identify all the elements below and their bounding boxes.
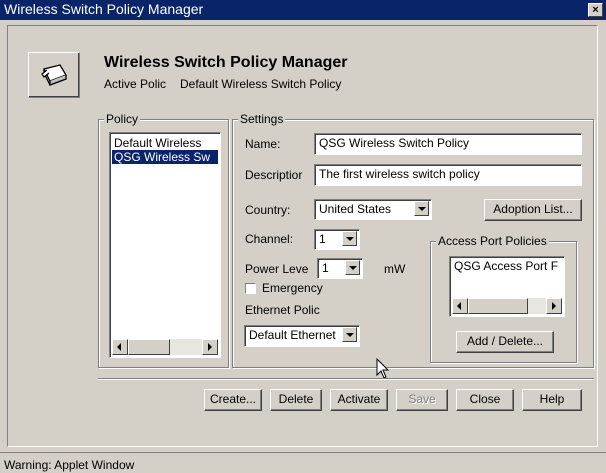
close-button[interactable]: Close	[456, 389, 514, 411]
scroll-thumb[interactable]	[468, 298, 528, 314]
power-level-value: 1	[322, 261, 329, 275]
add-delete-button[interactable]: Add / Delete...	[456, 331, 554, 353]
name-field[interactable]: QSG Wireless Switch Policy	[314, 133, 582, 155]
emergency-checkbox[interactable]	[245, 283, 256, 294]
close-window-button[interactable]: ×	[588, 3, 603, 17]
chevron-down-icon[interactable]	[345, 260, 360, 275]
scroll-left-icon[interactable]	[112, 339, 128, 355]
activate-button[interactable]: Activate	[330, 389, 388, 411]
list-item-selected[interactable]: QSG Wireless Sw	[112, 150, 218, 164]
channel-value: 1	[319, 232, 326, 246]
list-item[interactable]: QSG Access Port F	[452, 259, 562, 273]
description-value: The first wireless switch policy	[319, 167, 480, 181]
settings-group-label: Settings	[238, 112, 286, 126]
policy-list[interactable]: Default Wireless QSG Wireless Sw	[109, 132, 221, 358]
switch-device-icon	[41, 64, 67, 86]
access-port-list[interactable]: QSG Access Port F	[449, 256, 565, 317]
page-title: Wireless Switch Policy Manager	[104, 54, 348, 71]
status-text: Warning: Applet Window	[4, 458, 135, 472]
scroll-right-icon[interactable]	[546, 298, 562, 314]
policy-horizontal-scrollbar[interactable]	[112, 339, 218, 355]
access-port-policies-label: Access Port Policies	[436, 234, 549, 248]
ethernet-policy-label: Ethernet Polic	[245, 303, 320, 317]
scroll-right-icon[interactable]	[202, 339, 218, 355]
country-label: Country:	[245, 203, 291, 217]
create-button[interactable]: Create...	[204, 389, 262, 411]
channel-select[interactable]: 1	[314, 229, 360, 250]
policy-group-label: Policy	[104, 112, 141, 126]
title-bar[interactable]: Wireless Switch Policy Manager ×	[0, 0, 606, 20]
description-label: Descriptior	[245, 168, 303, 182]
header-icon-frame	[28, 52, 80, 98]
scroll-thumb[interactable]	[128, 339, 170, 355]
power-level-label: Power Leve	[245, 262, 309, 276]
emergency-label: Emergency	[262, 281, 323, 295]
chevron-down-icon[interactable]	[342, 327, 357, 342]
description-field[interactable]: The first wireless switch policy	[314, 164, 582, 186]
active-policy-label: Active Polic	[104, 77, 167, 91]
ethernet-policy-select[interactable]: Default Ethernet	[244, 325, 360, 347]
save-button[interactable]: Save	[396, 389, 448, 411]
status-bar: Warning: Applet Window	[0, 452, 606, 473]
power-unit-label: mW	[384, 262, 406, 276]
power-level-select[interactable]: 1	[317, 258, 363, 279]
access-port-horizontal-scrollbar[interactable]	[452, 298, 562, 314]
chevron-down-icon[interactable]	[342, 231, 357, 246]
window-title: Wireless Switch Policy Manager	[4, 1, 204, 17]
list-item[interactable]: Default Wireless	[112, 136, 218, 150]
country-select[interactable]: United States	[314, 199, 432, 220]
scroll-left-icon[interactable]	[452, 298, 468, 314]
chevron-down-icon[interactable]	[414, 201, 429, 216]
country-value: United States	[319, 202, 392, 216]
channel-label: Channel:	[245, 232, 294, 246]
adoption-list-button[interactable]: Adoption List...	[484, 199, 582, 221]
name-value: QSG Wireless Switch Policy	[319, 136, 470, 150]
ethernet-policy-value: Default Ethernet	[249, 328, 336, 342]
button-separator	[98, 378, 594, 380]
help-button[interactable]: Help	[522, 389, 582, 411]
delete-button[interactable]: Delete	[270, 389, 322, 411]
mouse-cursor-icon	[376, 358, 390, 379]
name-label: Name:	[245, 137, 281, 151]
active-policy-value: Default Wireless Switch Policy	[180, 77, 342, 91]
